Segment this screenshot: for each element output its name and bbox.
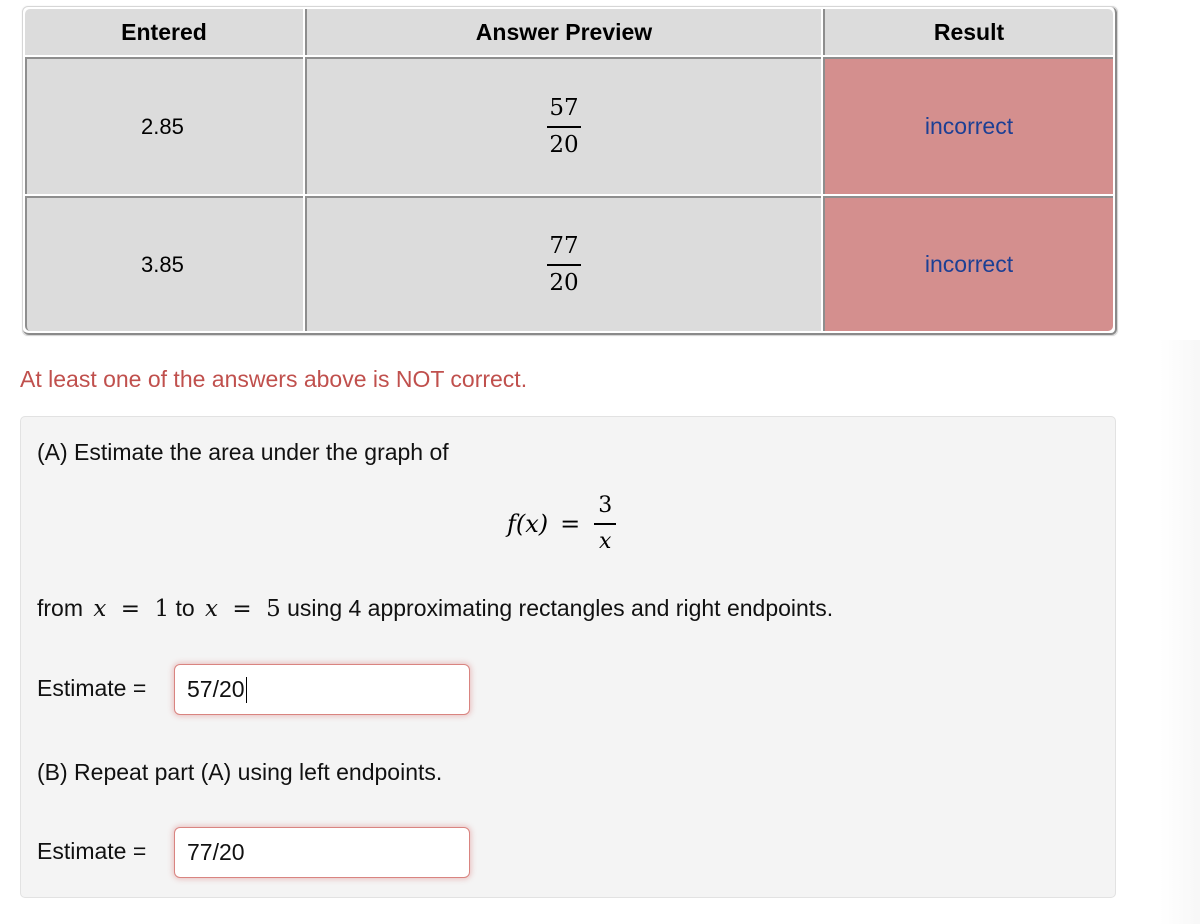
table-row-1-result: incorrect [823, 57, 1113, 194]
problem-box: (A) Estimate the area under the graph of… [20, 416, 1116, 898]
function-fraction-bar [594, 523, 617, 525]
table-row-2-result: incorrect [823, 196, 1113, 331]
range-x1-var: x [93, 596, 107, 622]
header-entered: Entered [25, 9, 303, 55]
table-row-1-preview: 57 20 [305, 57, 821, 194]
range-to: to [175, 595, 195, 621]
header-result-label: Result [933, 18, 1005, 45]
range-sentence: from x = 1 to x = 5 using 4 approximatin… [37, 595, 833, 622]
preview-fraction: 57 20 [547, 94, 581, 158]
entered-value: 2.85 [141, 113, 184, 139]
range-x2-val: 5 [266, 596, 281, 622]
result-status: incorrect [924, 251, 1014, 277]
table-row-2-preview: 77 20 [305, 196, 821, 331]
part-a-estimate-input[interactable]: 57/20 [174, 664, 470, 715]
table-row-1-entered: 2.85 [25, 57, 303, 194]
fraction-numerator: 77 [549, 232, 579, 259]
header-result: Result [823, 9, 1113, 55]
function-fraction: 3 x [594, 493, 617, 554]
fraction-denominator: 20 [549, 131, 579, 158]
equals-sign: = [560, 510, 581, 538]
part-a-estimate-value: 57/20 [187, 676, 245, 702]
header-entered-label: Entered [121, 18, 207, 45]
part-b-estimate-input[interactable]: 77/20 [174, 827, 470, 878]
results-table: Entered Answer Preview Result 2.85 57 20… [22, 6, 1118, 336]
result-status: incorrect [924, 113, 1014, 139]
preview-fraction: 77 20 [547, 232, 581, 296]
range-x1-eq: = [120, 596, 141, 622]
range-rest: using 4 approximating rectangles and rig… [287, 595, 834, 621]
part-a-estimate-label: Estimate = [37, 675, 147, 701]
error-message: At least one of the answers above is NOT… [20, 366, 528, 392]
part-b-estimate-label: Estimate = [37, 838, 147, 864]
part-b-estimate-value: 77/20 [187, 839, 245, 865]
range-from: from [37, 595, 83, 621]
range-x2-var: x [205, 596, 219, 622]
table-row-2-entered: 3.85 [25, 196, 303, 331]
entered-value: 3.85 [141, 251, 184, 277]
fraction-denominator: 20 [549, 269, 579, 296]
function-denominator: x [599, 529, 612, 554]
function-equation: f(x) = 3 x [507, 493, 617, 554]
range-x2-eq: = [232, 596, 252, 622]
header-answer-preview-label: Answer Preview [475, 18, 653, 45]
function-numerator: 3 [598, 493, 613, 518]
function-lhs: f(x) [507, 510, 549, 538]
window-edge-shade [1160, 340, 1200, 924]
text-caret [245, 676, 248, 703]
fraction-numerator: 57 [549, 94, 579, 121]
range-x1-val: 1 [154, 596, 170, 622]
part-b-intro: (B) Repeat part (A) using left endpoints… [37, 759, 443, 785]
part-a-intro: (A) Estimate the area under the graph of [37, 439, 449, 465]
header-answer-preview: Answer Preview [305, 9, 821, 55]
